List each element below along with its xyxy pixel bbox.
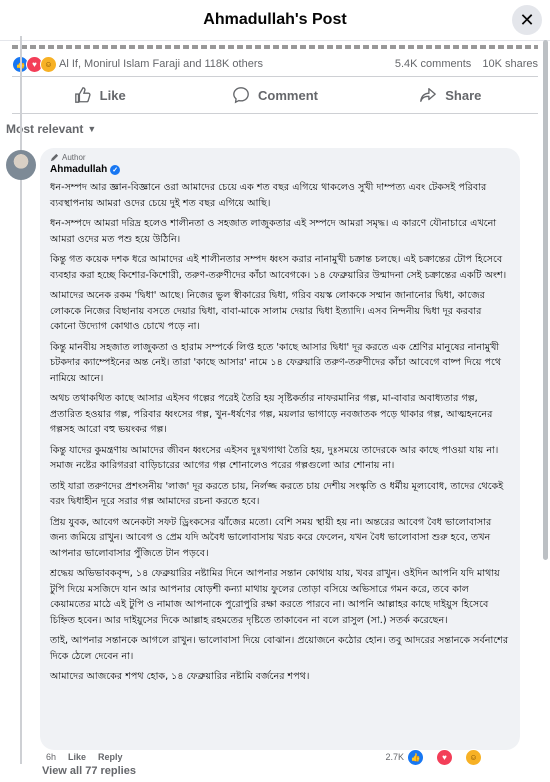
post-actions: Like Comment Share — [12, 76, 538, 114]
comment-reactions[interactable]: 2.7K 👍 ♥ ☺ — [385, 748, 494, 766]
share-icon — [420, 88, 437, 102]
comment-time[interactable]: 6h — [46, 752, 56, 762]
close-button[interactable]: ✕ — [512, 5, 542, 35]
comment-count[interactable]: 5.4K comments — [395, 58, 471, 70]
like-button[interactable]: Like — [12, 86, 187, 104]
like-label: Like — [99, 87, 126, 103]
comment-paragraph: আমাদের অনেক রকম 'দ্বিধা' আছে। নিজের ভুল … — [50, 290, 485, 332]
comment-bubble: Author Ahmadullah ✓ ধন-সম্পদ আর জ্ঞান-বি… — [40, 148, 520, 750]
view-all-replies-link[interactable]: View all 77 replies — [42, 765, 136, 777]
comment-paragraph: কিন্তু যাদের কুমন্ত্রণায় আমাদের জীবন ধ্… — [50, 444, 499, 472]
comment-author[interactable]: Ahmadullah ✓ — [50, 164, 510, 175]
caret-down-icon: ▼ — [87, 124, 97, 134]
author-name: Ahmadullah — [50, 164, 108, 175]
post-title: Ahmadullah's Post — [203, 11, 347, 28]
share-label: Share — [445, 87, 482, 103]
comment-meta: 6h Like Reply 2.7K 👍 ♥ ☺ — [46, 748, 506, 766]
share-count[interactable]: 10K shares — [482, 58, 538, 70]
clipped-post-text — [12, 43, 538, 52]
care-icon: ☺ — [465, 748, 482, 766]
author-badge: Author — [50, 153, 510, 162]
like-icon: 👍 — [407, 748, 424, 766]
reaction-names[interactable]: Al If, Monirul Islam Faraji and 118K oth… — [59, 58, 387, 70]
comment-paragraph: কিন্তু মানবীয় সহজাত লাজুকতা ও হারাম সম্… — [50, 341, 502, 384]
comment-paragraph: ধন-সম্পদ আর জ্ঞান-বিজ্ঞানে ওরা আমাদের চে… — [50, 182, 487, 209]
post-header: Ahmadullah's Post ✕ — [0, 0, 550, 41]
author-comment: Author Ahmadullah ✓ ধন-সম্পদ আর জ্ঞান-বি… — [0, 148, 550, 768]
comment-label: Comment — [258, 87, 318, 103]
comment-sort-dropdown[interactable]: Most relevant ▼ — [0, 114, 550, 144]
comment-paragraph: শ্রদ্ধেয় অভিভাবকবৃন্দ, ১৪ ফেব্রুয়ারির … — [50, 568, 500, 626]
pen-icon — [50, 153, 59, 162]
comment-reply-button[interactable]: Reply — [98, 752, 123, 762]
care-icon: ☺ — [40, 55, 57, 73]
comment-icon — [233, 87, 249, 104]
comment-paragraph: প্রিয় যুবক, আবেগ অনেকটা সফট ড্রিংকসের ঝ… — [50, 516, 492, 559]
comment-paragraph: কিন্তু গত কয়েক দশক ধরে আমাদের এই শালীনত… — [50, 254, 507, 281]
comment-reaction-count: 2.7K — [385, 752, 404, 762]
comment-paragraph: আমাদের আজকের শপথ হোক, ১৪ ফেব্রুয়ারির নষ… — [50, 671, 310, 682]
verified-badge-icon: ✓ — [110, 164, 121, 175]
comment-paragraph: তাই যারা তরুণদের প্রশংসনীয় 'লাজ' দূর কর… — [50, 480, 504, 508]
scrollbar[interactable] — [543, 40, 548, 560]
reaction-icons[interactable]: 👍 ♥ ☺ — [12, 55, 57, 73]
comment-button[interactable]: Comment — [187, 86, 362, 104]
sort-label: Most relevant — [6, 122, 84, 136]
reaction-summary: 👍 ♥ ☺ Al If, Monirul Islam Faraji and 11… — [0, 52, 550, 76]
avatar[interactable] — [6, 150, 36, 180]
share-button[interactable]: Share — [363, 86, 538, 104]
comment-paragraph: অথচ তথাকথিত কাছে আসার এইসব গল্পের পরেই ত… — [50, 393, 493, 435]
comment-paragraph: ধন-সম্পদে আমরা দরিদ্র হলেও শালীনতা ও সহজ… — [50, 218, 497, 245]
comment-like-button[interactable]: Like — [68, 752, 86, 762]
close-icon: ✕ — [519, 9, 535, 30]
thumbs-up-icon — [74, 87, 91, 103]
comment-paragraph: তাই, আপনার সন্তানকে আগলে রাখুন। ভালোবাসা… — [50, 635, 509, 662]
author-badge-label: Author — [62, 153, 86, 162]
love-icon: ♥ — [436, 748, 453, 766]
